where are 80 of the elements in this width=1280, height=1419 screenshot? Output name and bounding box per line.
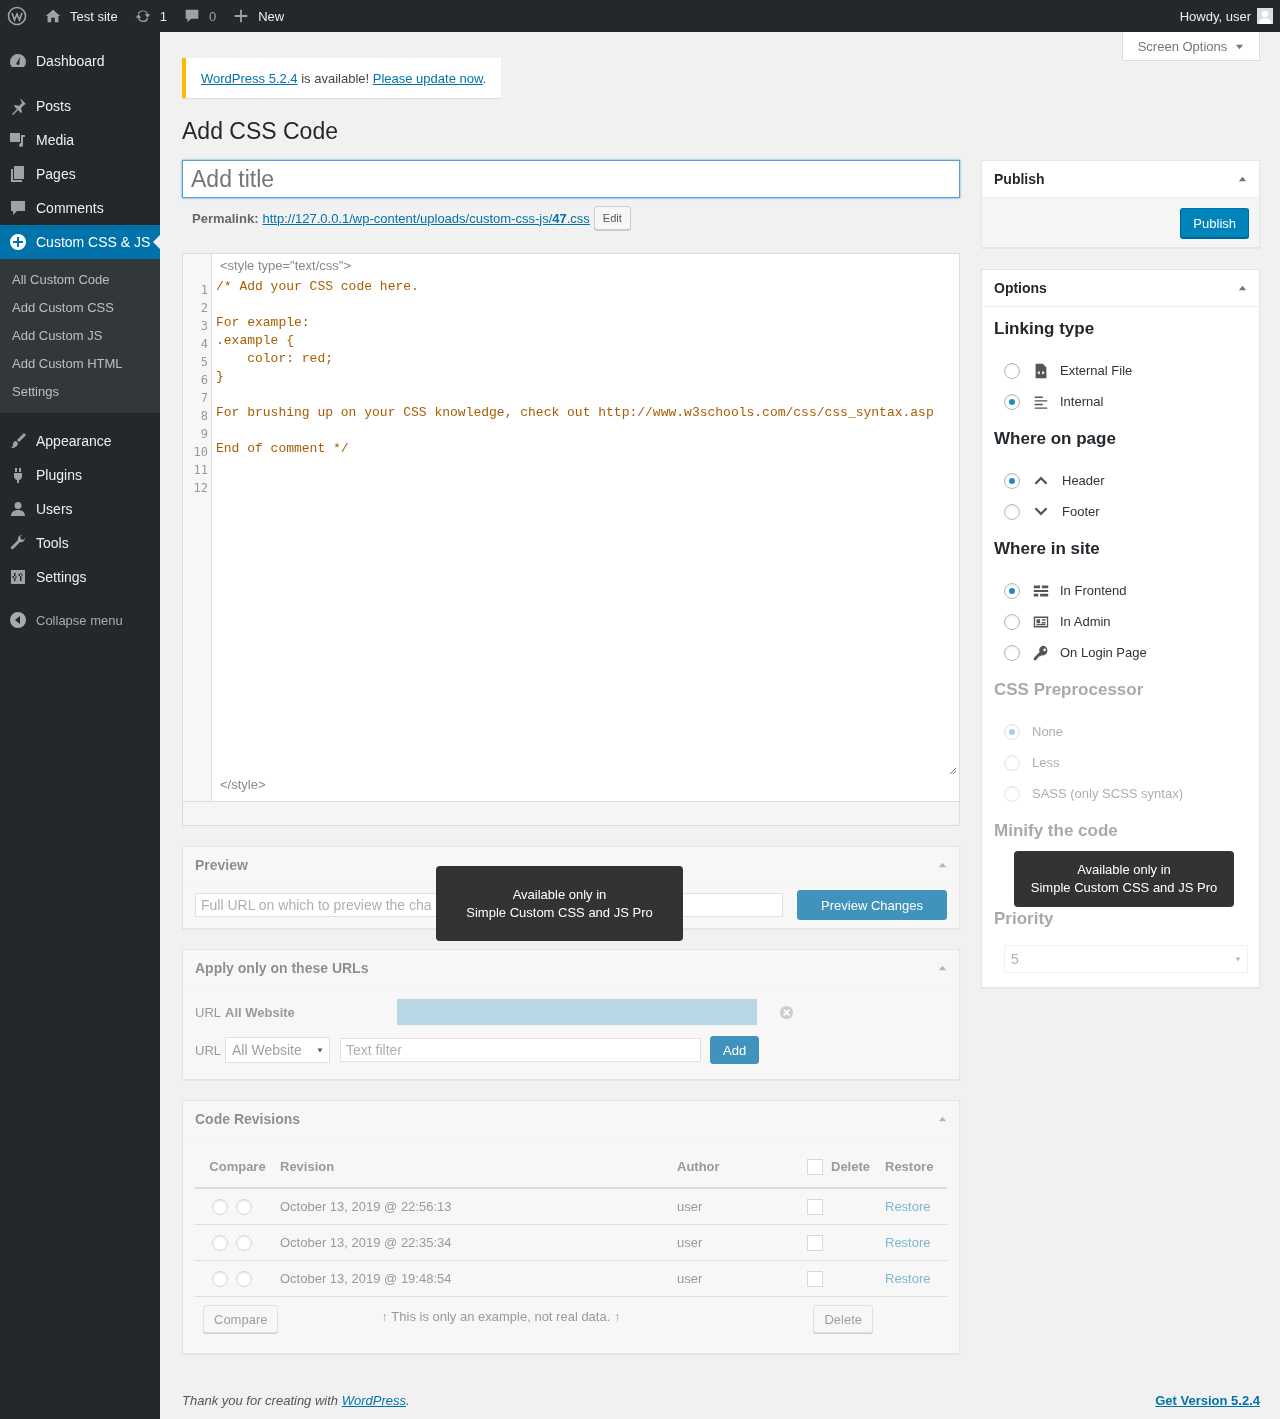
revision-date: October 13, 2019 @ 22:35:34	[280, 1235, 453, 1250]
column-header: Restore	[885, 1159, 935, 1174]
column-header: Revision	[280, 1159, 336, 1174]
column-header: Delete	[831, 1159, 871, 1174]
code-line: End of comment */	[216, 441, 349, 456]
revision-author: user	[677, 1199, 704, 1214]
option-label: Internal	[1060, 394, 1104, 409]
url-label: URL	[195, 1042, 222, 1058]
column-header: Author	[677, 1159, 721, 1174]
code-line: color: red;	[246, 351, 334, 366]
option-label: Less	[1032, 755, 1060, 770]
code-line: For example:	[216, 315, 310, 330]
line-number: 3	[199, 318, 209, 335]
line-number: 10	[192, 444, 209, 461]
menu-label: Media	[36, 132, 75, 148]
menu-label: Comments	[36, 200, 104, 216]
site-name: Test site	[70, 8, 118, 24]
url-label: URL	[195, 1004, 222, 1020]
panel-title: Preview	[195, 857, 248, 873]
option-label: On Login Page	[1060, 645, 1147, 660]
panel-title: Apply only on these URLs	[195, 960, 369, 976]
column-header: Compare	[208, 1159, 267, 1174]
option-label: Header	[1062, 473, 1105, 488]
update-notice-text: WordPress 5.2.4 is available! Please update now.	[201, 70, 487, 86]
menu-label: Plugins	[36, 467, 82, 483]
line-number: 7	[199, 390, 209, 407]
footer-credit: Thank you for creating with WordPress.	[182, 1393, 410, 1408]
revision-date: October 13, 2019 @ 19:48:54	[280, 1271, 453, 1286]
code-line: .example {	[216, 333, 294, 348]
new-label: New	[258, 8, 285, 24]
menu-label: Posts	[36, 98, 71, 114]
revision-date: October 13, 2019 @ 22:56:13	[280, 1199, 453, 1214]
section-heading: Where on page	[994, 429, 1117, 449]
option-label: External File	[1060, 363, 1133, 378]
line-number: 4	[199, 336, 209, 353]
update-count: 1	[159, 8, 167, 24]
style-close-tag: </style>	[216, 776, 959, 797]
section-heading: Priority	[994, 909, 1055, 929]
line-number: 12	[192, 480, 209, 497]
section-heading: CSS Preprocessor	[994, 680, 1145, 700]
line-number: 6	[199, 372, 209, 389]
code-line: For brushing up on your CSS knowledge, check out http://www.w3schools.com/css/css_syntax.asp	[216, 405, 934, 420]
code-line: /* Add your CSS code here.	[216, 279, 419, 294]
line-number: 8	[199, 408, 209, 425]
style-open-tag: <style type="text/css">	[216, 257, 959, 278]
revision-author: user	[677, 1271, 704, 1286]
option-label: SASS (only SCSS syntax)	[1032, 786, 1183, 801]
panel-title: Publish	[994, 171, 1045, 187]
menu-label: Settings	[36, 569, 87, 585]
menu-label: Tools	[36, 535, 69, 551]
section-heading: Where in site	[994, 539, 1101, 559]
menu-label: Collapse menu	[36, 612, 123, 628]
comment-count: 0	[208, 8, 217, 24]
line-number: 1	[199, 282, 209, 299]
menu-label: Users	[36, 501, 73, 517]
code-line: }	[216, 369, 224, 384]
pro-tooltip: Available only in Simple Custom CSS and JS Pro	[1014, 851, 1234, 907]
menu-label: Appearance	[36, 433, 112, 449]
line-number: 11	[192, 462, 209, 479]
menu-label: Pages	[36, 166, 76, 182]
option-label: In Frontend	[1060, 583, 1127, 598]
revision-author: user	[677, 1235, 704, 1250]
option-label: None	[1032, 724, 1064, 739]
menu-label: Custom CSS & JS	[36, 234, 151, 250]
option-label: Footer	[1062, 504, 1100, 519]
account-greeting: Howdy, user	[1179, 8, 1251, 24]
line-number: 9	[199, 426, 209, 443]
section-heading: Linking type	[994, 319, 1096, 339]
option-label: In Admin	[1060, 614, 1111, 629]
line-number: 5	[199, 354, 209, 371]
page-title: Add CSS Code	[182, 117, 339, 146]
panel-title: Options	[994, 280, 1047, 296]
section-heading: Minify the code	[994, 821, 1119, 841]
panel-title: Code Revisions	[195, 1111, 301, 1127]
menu-label: Dashboard	[36, 53, 105, 69]
pro-tooltip: Available only in Simple Custom CSS and JS Pro	[436, 866, 683, 941]
permalink-label: Permalink:	[192, 210, 259, 226]
url-rule-value: All Website	[225, 1004, 296, 1020]
line-number: 2	[199, 300, 209, 317]
example-note: ↑ This is only an example, not real data. ↑	[380, 1308, 622, 1324]
